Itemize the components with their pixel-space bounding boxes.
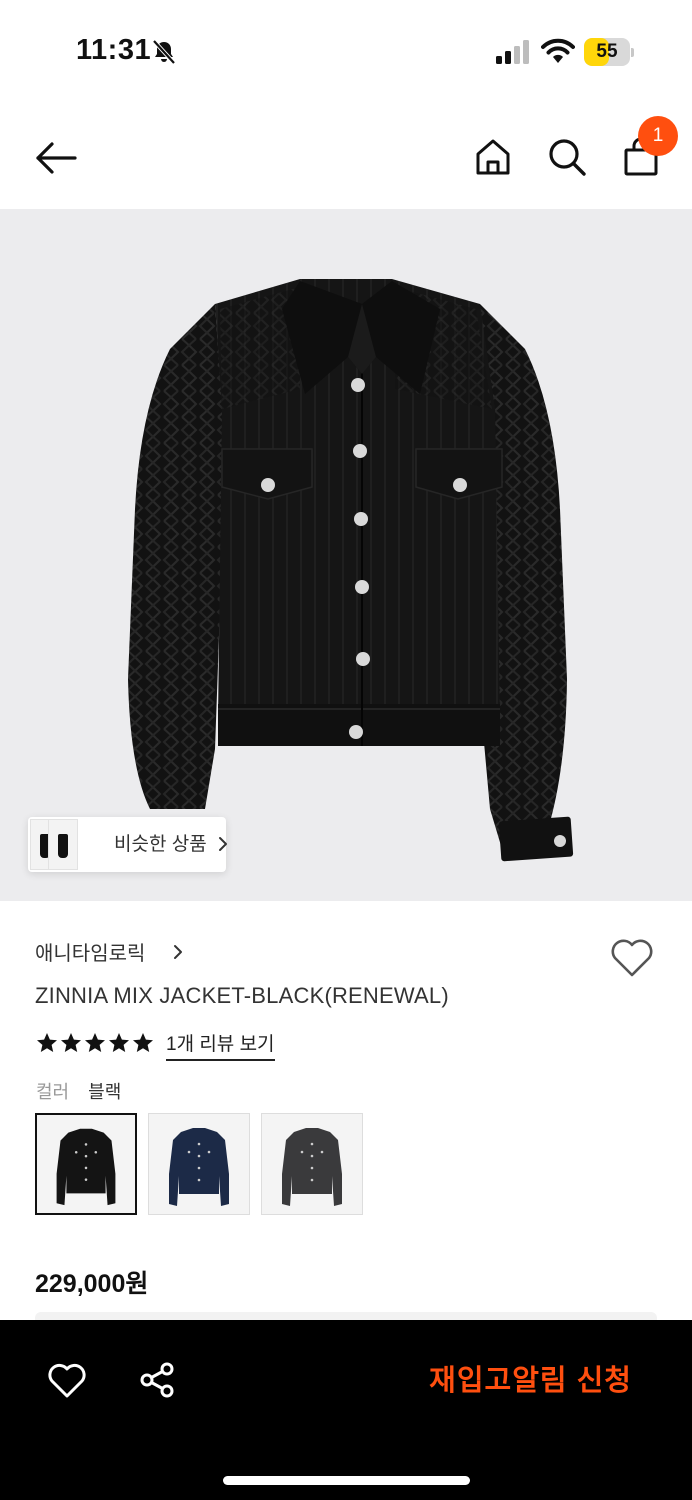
color-row: 컬러 블랙 — [36, 1078, 121, 1104]
home-icon[interactable] — [472, 136, 514, 178]
restock-alert-button[interactable]: 재입고알림 신청 — [410, 1358, 632, 1404]
review-link[interactable]: 1개 리뷰 보기 — [166, 1029, 275, 1061]
share-icon[interactable] — [138, 1361, 176, 1399]
product-price: 229,000원 — [35, 1270, 149, 1298]
battery-icon: 55 — [584, 38, 634, 66]
product-image[interactable]: 비슷한 상품 — [0, 209, 692, 901]
star-icon — [85, 1033, 105, 1052]
jacket-illustration — [128, 279, 574, 862]
color-swatch-charcoal[interactable] — [261, 1113, 363, 1215]
chevron-right-icon — [174, 945, 182, 959]
wifi-icon — [541, 38, 575, 63]
top-nav — [0, 110, 692, 205]
wishlist-heart-icon[interactable] — [609, 937, 655, 979]
back-arrow-icon[interactable] — [34, 138, 78, 178]
star-icon — [133, 1033, 153, 1052]
rating-stars — [36, 1032, 158, 1054]
product-name: ZINNIA MIX JACKET-BLACK(RENEWAL) — [35, 983, 449, 1008]
search-icon[interactable] — [546, 136, 588, 178]
heart-icon[interactable] — [47, 1363, 87, 1399]
bell-off-icon — [152, 39, 176, 65]
star-icon — [37, 1033, 57, 1052]
similar-products-button[interactable]: 비슷한 상품 — [28, 817, 227, 872]
jacket-thumbnail — [56, 1128, 116, 1206]
bottom-action-bar: 재입고알림 신청 — [0, 1320, 692, 1500]
color-value: 블랙 — [88, 1082, 122, 1102]
color-swatch-black[interactable] — [35, 1113, 137, 1215]
color-label: 컬러 — [36, 1082, 70, 1102]
battery-level: 55 — [596, 41, 618, 62]
home-indicator — [223, 1476, 470, 1485]
star-icon — [109, 1033, 129, 1052]
brand-link[interactable]: 애니타임로릭 — [35, 937, 145, 966]
status-time: 11:31 — [76, 34, 152, 66]
similar-thumb — [48, 819, 78, 870]
jacket-thumbnail — [282, 1128, 342, 1206]
status-bar: 11:31 55 — [0, 0, 692, 100]
jacket-thumbnail — [169, 1128, 229, 1206]
star-icon — [61, 1033, 81, 1052]
similar-products-label: 비슷한 상품 — [114, 834, 207, 855]
chevron-right-icon — [219, 837, 227, 851]
signal-icon — [496, 40, 529, 64]
color-swatch-navy[interactable] — [148, 1113, 250, 1215]
cart-badge: 1 — [638, 116, 678, 156]
